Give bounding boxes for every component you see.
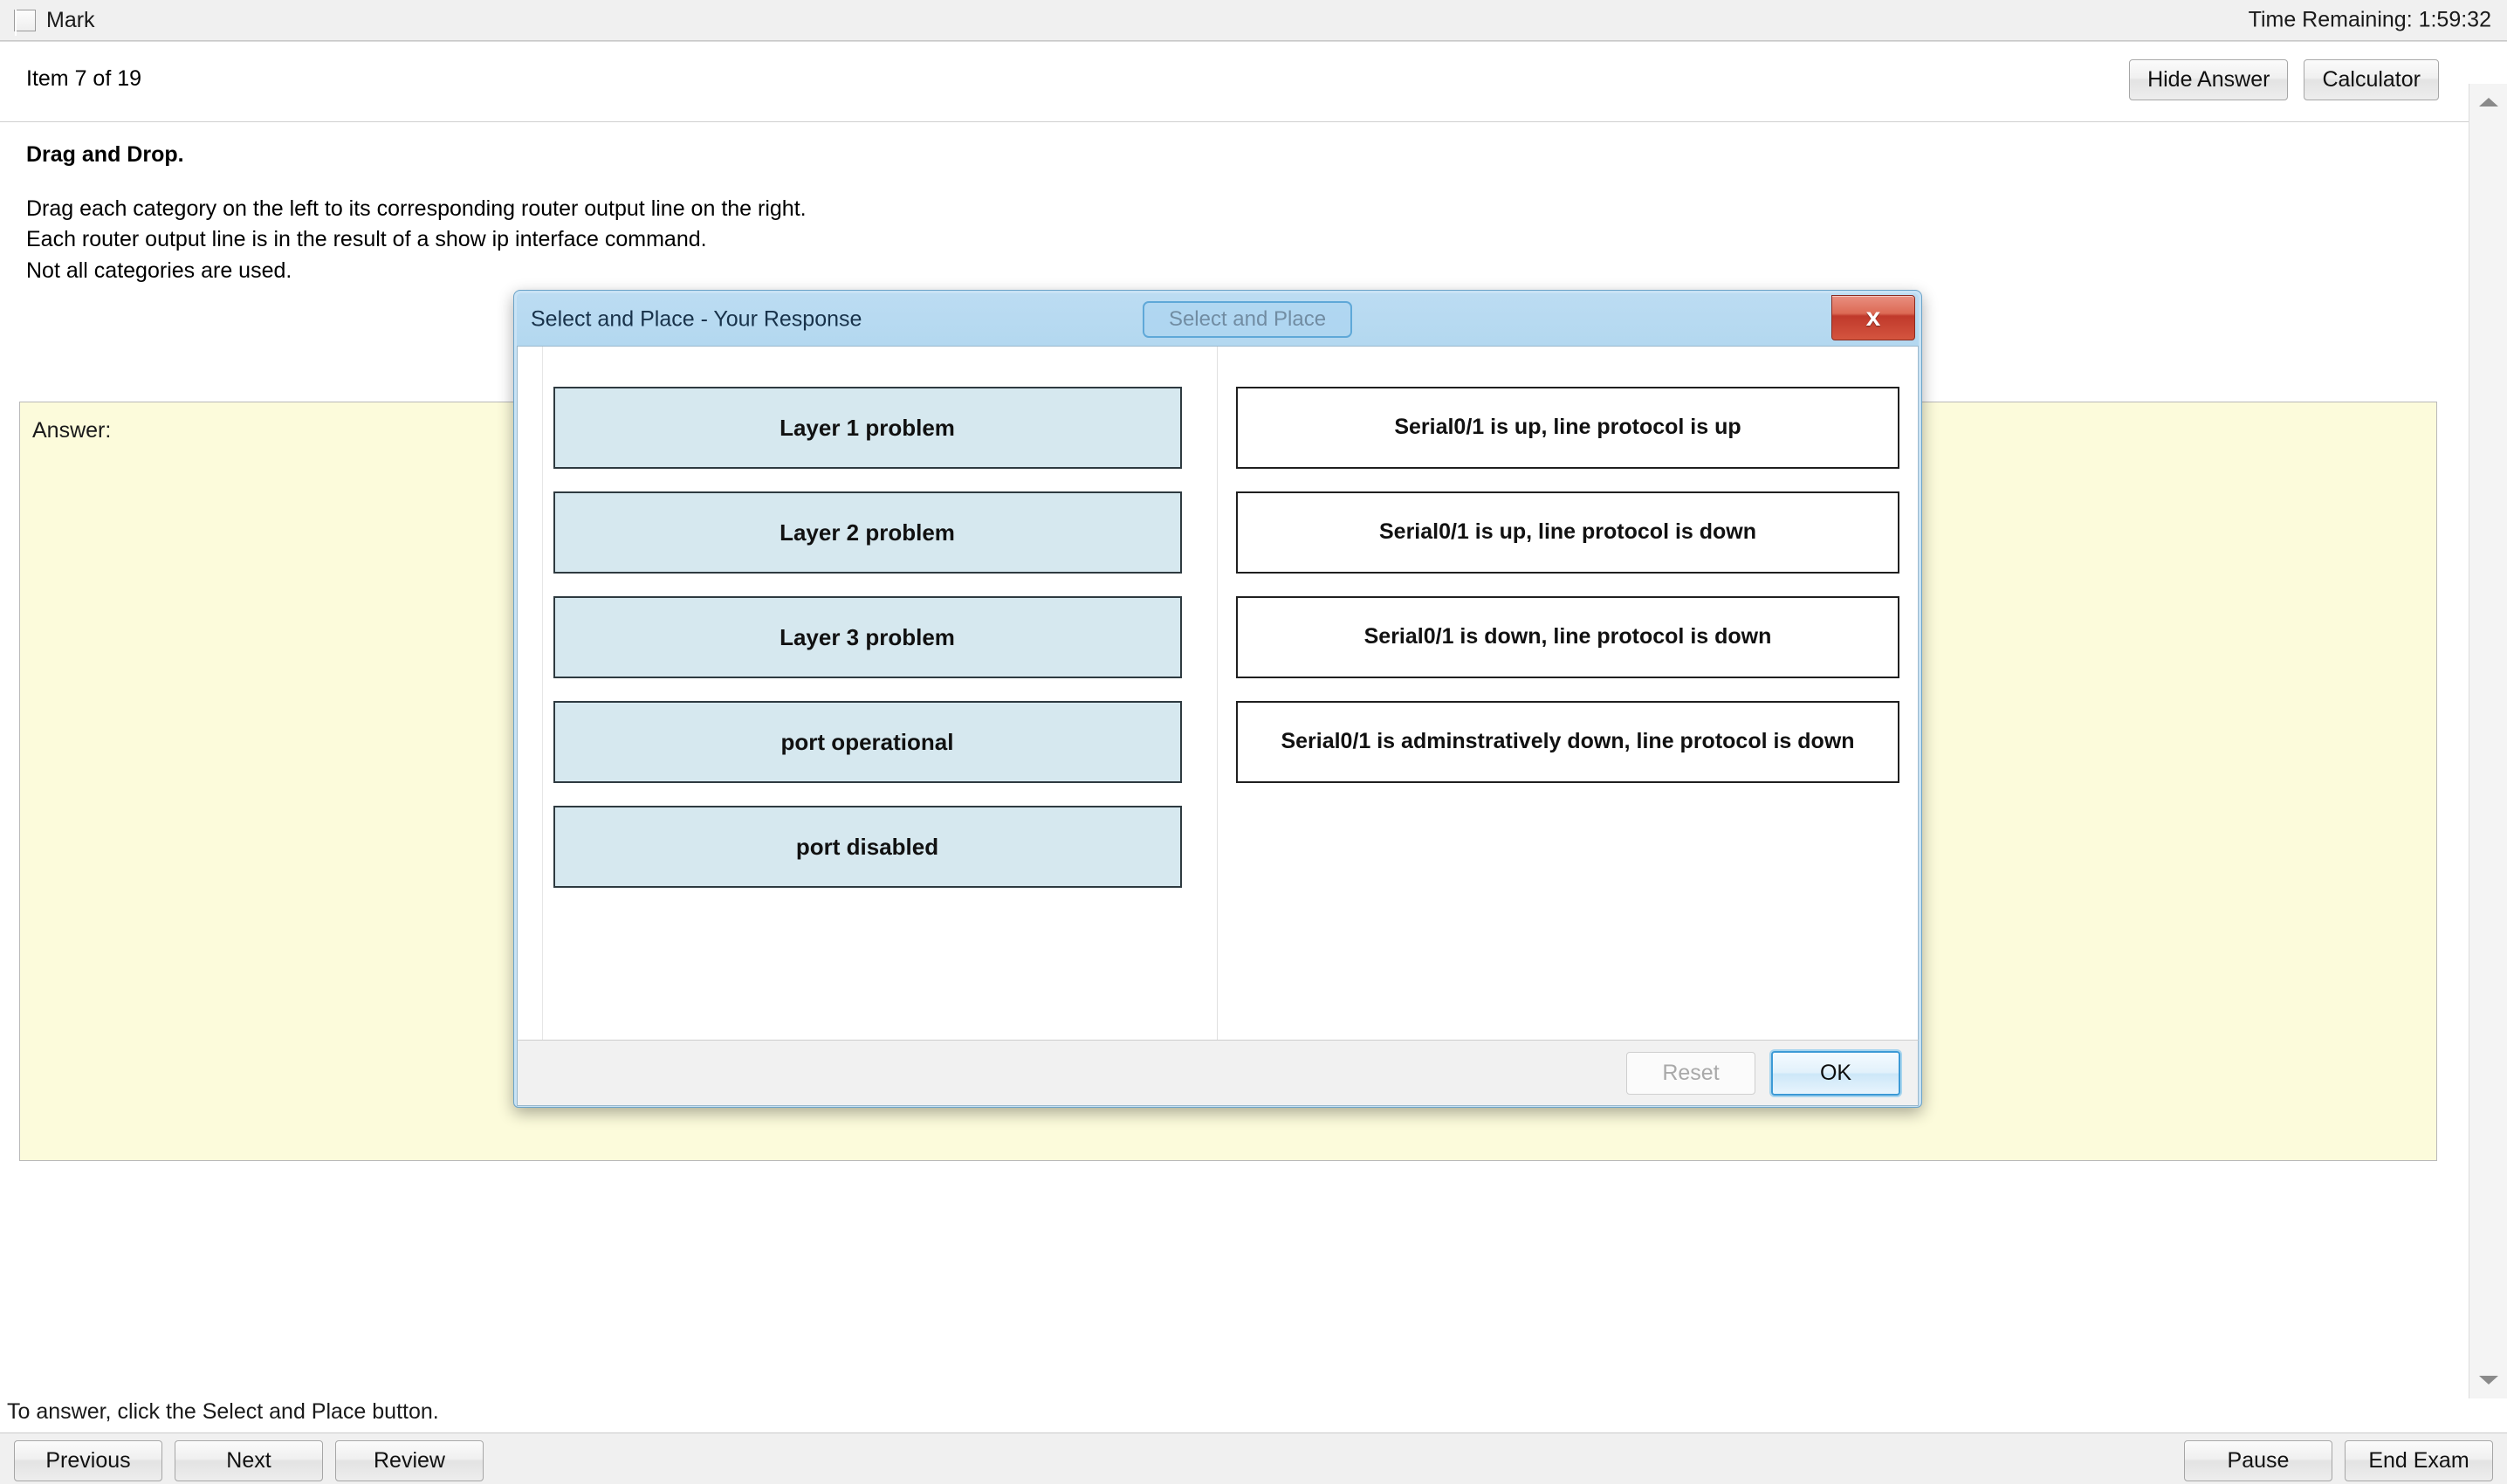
mark-bar: Mark Time Remaining: 1:59:32 bbox=[0, 0, 2507, 41]
mark-label: Mark bbox=[46, 7, 95, 32]
category-tile[interactable]: port operational bbox=[553, 701, 1182, 783]
time-remaining: Time Remaining: 1:59:32 bbox=[2248, 7, 2491, 32]
category-tile[interactable]: Layer 3 problem bbox=[553, 596, 1182, 678]
ok-button[interactable]: OK bbox=[1771, 1050, 1900, 1096]
dialog-close-button[interactable]: x bbox=[1831, 295, 1915, 340]
item-header-row: Item 7 of 19 Hide Answer Calculator bbox=[0, 42, 2469, 122]
previous-button[interactable]: Previous bbox=[14, 1440, 162, 1481]
target-box[interactable]: Serial0/1 is down, line protocol is down bbox=[1236, 596, 1899, 678]
review-button[interactable]: Review bbox=[335, 1440, 484, 1481]
scroll-down-arrow-icon[interactable] bbox=[2469, 1362, 2507, 1398]
pause-button[interactable]: Pause bbox=[2184, 1440, 2332, 1481]
category-tile[interactable]: port disabled bbox=[553, 806, 1182, 888]
next-button[interactable]: Next bbox=[175, 1440, 323, 1481]
bottom-left-buttons: Previous Next Review bbox=[14, 1440, 484, 1481]
target-box-list: Serial0/1 is up, line protocol is up Ser… bbox=[1236, 369, 1899, 783]
dialog-footer: Reset OK bbox=[517, 1040, 1919, 1106]
reset-button[interactable]: Reset bbox=[1626, 1051, 1755, 1095]
target-box[interactable]: Serial0/1 is adminstratively down, line … bbox=[1236, 701, 1899, 783]
category-tile[interactable]: Layer 2 problem bbox=[553, 491, 1182, 574]
targets-pane: Serial0/1 is up, line protocol is up Ser… bbox=[1218, 347, 1918, 1040]
instructions-line-3: Not all categories are used. bbox=[26, 258, 292, 283]
dialog-panes: Layer 1 problem Layer 2 problem Layer 3 … bbox=[518, 347, 1918, 1040]
target-box[interactable]: Serial0/1 is up, line protocol is down bbox=[1236, 491, 1899, 574]
instructions-line-1: Drag each category on the left to its co… bbox=[26, 196, 807, 221]
calculator-button[interactable]: Calculator bbox=[2304, 59, 2439, 100]
categories-pane-rule bbox=[542, 347, 543, 1040]
dialog-title: Select and Place - Your Response bbox=[531, 306, 862, 332]
end-exam-button[interactable]: End Exam bbox=[2345, 1440, 2493, 1481]
categories-pane: Layer 1 problem Layer 2 problem Layer 3 … bbox=[518, 347, 1218, 1040]
category-tile-list: Layer 1 problem Layer 2 problem Layer 3 … bbox=[553, 369, 1182, 888]
status-text: To answer, click the Select and Place bu… bbox=[7, 1399, 439, 1424]
instructions-heading: Drag and Drop. bbox=[26, 142, 184, 167]
scroll-up-arrow-icon[interactable] bbox=[2469, 84, 2507, 120]
category-tile[interactable]: Layer 1 problem bbox=[553, 387, 1182, 469]
bottom-bar: Previous Next Review Pause End Exam bbox=[0, 1432, 2507, 1484]
close-icon: x bbox=[1865, 303, 1881, 332]
select-and-place-ghost-button[interactable]: Select and Place bbox=[1143, 301, 1352, 338]
answer-label: Answer: bbox=[32, 418, 112, 443]
mark-checkbox-group[interactable]: Mark bbox=[0, 7, 95, 36]
instructions: Drag and Drop. Drag each category on the… bbox=[26, 140, 1510, 286]
instructions-line-2: Each router output line is in the result… bbox=[26, 227, 707, 251]
item-counter: Item 7 of 19 bbox=[26, 66, 142, 91]
dialog-body: Layer 1 problem Layer 2 problem Layer 3 … bbox=[517, 346, 1919, 1040]
item-header-buttons: Hide Answer Calculator bbox=[2129, 59, 2439, 100]
mark-checkbox[interactable] bbox=[14, 9, 36, 36]
target-box[interactable]: Serial0/1 is up, line protocol is up bbox=[1236, 387, 1899, 469]
content-vertical-scrollbar[interactable] bbox=[2469, 84, 2507, 1398]
instructions-spacer bbox=[26, 171, 1510, 194]
dialog-titlebar[interactable]: Select and Place - Your Response Select … bbox=[517, 293, 1919, 346]
select-and-place-dialog: Select and Place - Your Response Select … bbox=[513, 290, 1922, 1108]
hide-answer-button[interactable]: Hide Answer bbox=[2129, 59, 2289, 100]
bottom-right-buttons: Pause End Exam bbox=[2184, 1440, 2493, 1481]
